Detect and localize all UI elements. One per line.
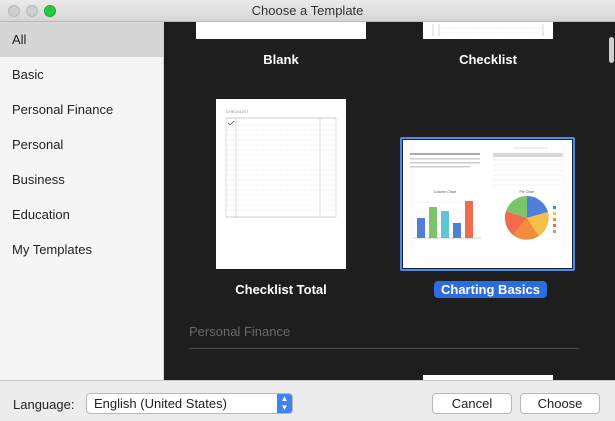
- language-select-value: English (United States): [94, 396, 227, 411]
- choose-button[interactable]: Choose: [520, 393, 600, 414]
- gallery-scrollbar[interactable]: [609, 37, 614, 63]
- sidebar-item-my-templates[interactable]: My Templates: [0, 232, 163, 267]
- checklist-preview-graphic: [432, 24, 544, 36]
- sidebar-item-personal-finance[interactable]: Personal Finance: [0, 92, 163, 127]
- category-sidebar: All Basic Personal Finance Personal Busi…: [0, 22, 164, 380]
- chevron-up-down-icon: ▲ ▼: [277, 394, 292, 413]
- template-thumbnail-charting-basics[interactable]: Column Chart Pie Chart: [403, 140, 572, 268]
- template-label-charting-basics[interactable]: Charting Basics: [434, 281, 547, 298]
- checklist-total-preview-graphic: CHECKLIST: [225, 109, 337, 218]
- template-thumbnail-checklist[interactable]: [423, 22, 553, 39]
- charting-basics-preview-graphic: Column Chart Pie Chart: [410, 147, 563, 240]
- column-chart-preview-title: Column Chart: [434, 190, 456, 194]
- template-thumbnail-blank[interactable]: [196, 22, 366, 39]
- sidebar-item-education[interactable]: Education: [0, 197, 163, 232]
- cancel-button[interactable]: Cancel: [432, 393, 512, 414]
- window-title: Choose a Template: [251, 3, 364, 18]
- footer-bar: Language: English (United States) ▲ ▼ Can…: [0, 380, 615, 421]
- checklist-preview-title: CHECKLIST: [226, 109, 249, 114]
- sidebar-item-personal[interactable]: Personal: [0, 127, 163, 162]
- template-label-blank[interactable]: Blank: [196, 52, 366, 67]
- pie-chart-preview-title: Pie Chart: [520, 190, 535, 194]
- sidebar-item-business[interactable]: Business: [0, 162, 163, 197]
- language-select[interactable]: English (United States) ▲ ▼: [86, 393, 293, 414]
- language-label: Language:: [13, 397, 75, 412]
- sidebar-item-all[interactable]: All: [0, 22, 163, 57]
- template-label-checklist-total[interactable]: Checklist Total: [216, 282, 346, 297]
- template-thumbnail-checklist-total[interactable]: CHECKLIST: [216, 99, 346, 269]
- template-gallery: Blank Checklist CHECKLIST Checklist Tota…: [164, 22, 615, 380]
- title-bar: Choose a Template: [0, 0, 615, 22]
- sidebar-item-basic[interactable]: Basic: [0, 57, 163, 92]
- section-header-personal-finance: Personal Finance: [189, 324, 579, 349]
- template-label-checklist[interactable]: Checklist: [423, 52, 553, 67]
